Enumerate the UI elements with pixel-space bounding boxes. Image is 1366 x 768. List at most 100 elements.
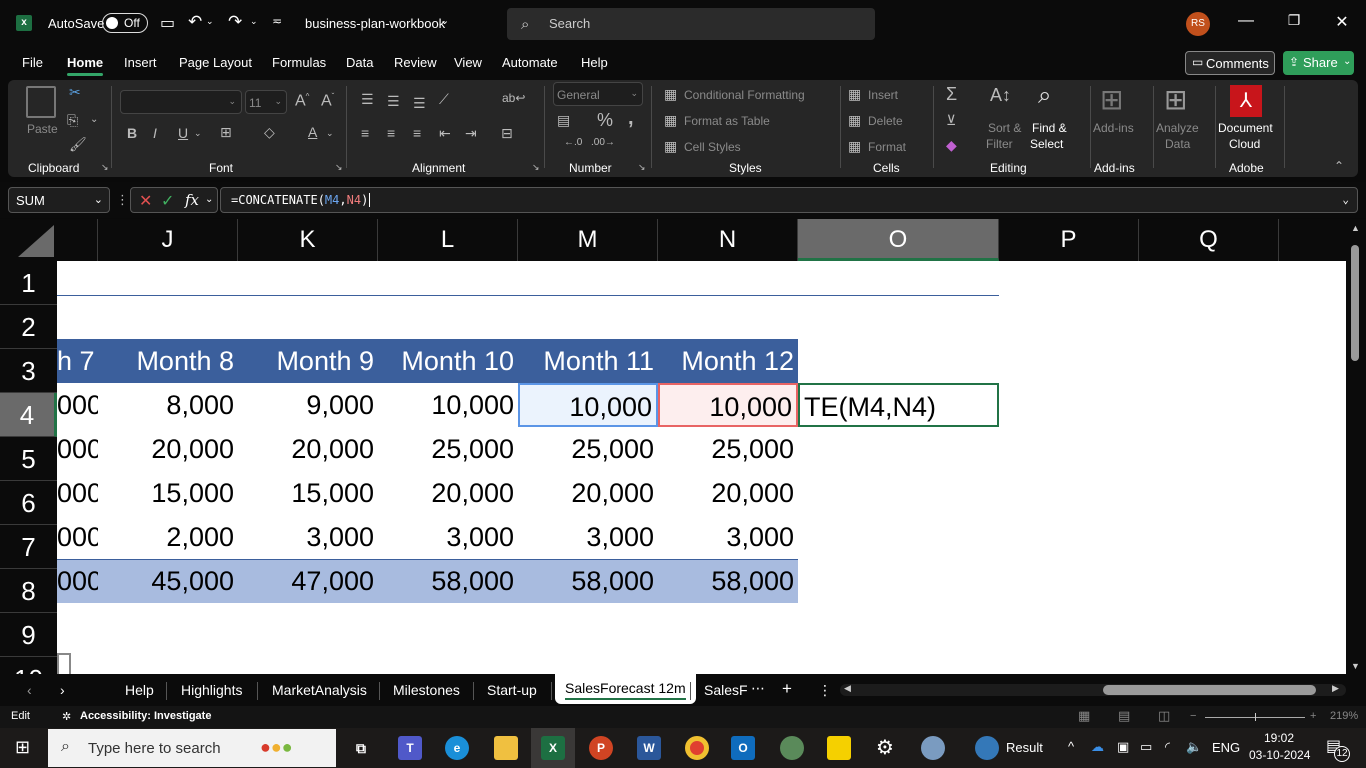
notification-count[interactable]: 12 — [1334, 746, 1350, 762]
search-box[interactable]: ⌕ Search — [507, 8, 875, 40]
zoom-slider-thumb[interactable] — [1255, 713, 1256, 721]
cricket-result-icon[interactable] — [975, 736, 999, 760]
globe-app-icon[interactable] — [780, 736, 804, 760]
user-avatar[interactable]: RS — [1186, 12, 1210, 36]
tab-view[interactable]: View — [454, 55, 482, 70]
share-button[interactable]: ⇪ Share ⌄ — [1283, 51, 1354, 75]
column-header-r[interactable] — [1279, 219, 1346, 261]
underline-dropdown-icon[interactable]: ⌄ — [194, 129, 202, 138]
scroll-left-icon[interactable]: ◀ — [844, 683, 851, 694]
cell-l6[interactable]: 20,000 — [378, 471, 518, 515]
tab-formulas[interactable]: Formulas — [272, 55, 326, 70]
add-sheet-icon[interactable]: + — [782, 679, 792, 699]
outlook-icon[interactable]: O — [731, 736, 755, 760]
task-view-icon[interactable]: ⧉ — [349, 736, 373, 760]
increase-font-icon[interactable]: A^ — [295, 93, 309, 109]
sort-filter-label-1[interactable]: Sort & — [988, 121, 1021, 135]
underline-button[interactable]: U — [178, 126, 188, 140]
comma-button[interactable]: , — [628, 108, 634, 128]
sheet-tab-salesf[interactable]: SalesF — [704, 682, 748, 698]
wifi-icon[interactable]: ◜ — [1165, 739, 1170, 755]
cell-i3[interactable]: h 7 — [57, 339, 98, 383]
close-icon[interactable]: ✕ — [1330, 12, 1354, 32]
sticky-notes-icon[interactable] — [827, 736, 851, 760]
excel-taskbar-icon[interactable]: X — [541, 736, 565, 760]
delete-cells-button[interactable]: Delete — [868, 114, 903, 128]
word-icon[interactable]: W — [637, 736, 661, 760]
formula-input[interactable]: =CONCATENATE(M4,N4) ⌄ — [220, 187, 1358, 213]
page-layout-view-icon[interactable]: ▤ — [1118, 708, 1130, 724]
analyze-data-label-1[interactable]: Analyze — [1156, 121, 1199, 135]
cell-i6[interactable]: 000 — [57, 471, 98, 515]
font-size-combo[interactable]: 11 ⌄ — [245, 90, 287, 114]
column-header-o[interactable]: O — [798, 219, 999, 261]
more-sheets-icon[interactable]: ⋯ — [751, 680, 765, 697]
cell-l3[interactable]: Month 10 — [378, 339, 518, 383]
document-cloud-label-1[interactable]: Document — [1218, 121, 1273, 135]
cell-k5[interactable]: 20,000 — [238, 427, 378, 471]
bottom-align-icon[interactable]: ☰ — [413, 96, 426, 110]
addins-icon[interactable]: ⊞ — [1100, 86, 1123, 114]
horizontal-scroll-thumb[interactable] — [1103, 685, 1316, 695]
tab-home[interactable]: Home — [67, 55, 104, 76]
percent-button[interactable]: % — [597, 111, 613, 129]
select-all-button[interactable] — [18, 225, 54, 257]
volume-icon[interactable]: 🔈 — [1186, 739, 1202, 755]
conditional-formatting-button[interactable]: Conditional Formatting — [684, 88, 805, 102]
clear-icon[interactable]: ◆ — [946, 138, 957, 152]
cell-k8[interactable]: 47,000 — [238, 559, 378, 603]
clock-time[interactable]: 19:02 — [1264, 731, 1294, 745]
borders-icon[interactable]: ⊞ — [220, 125, 232, 139]
align-left-icon[interactable]: ≡ — [361, 126, 369, 140]
cell-l4[interactable]: 10,000 — [378, 383, 518, 427]
row-header-7[interactable]: 7 — [0, 525, 57, 569]
column-header-i[interactable] — [57, 219, 98, 261]
bold-button[interactable]: B — [127, 126, 137, 140]
result-widget-label[interactable]: Result — [1006, 740, 1043, 755]
cut-icon[interactable]: ✂ — [69, 85, 81, 99]
zoom-out-icon[interactable]: − — [1190, 710, 1196, 722]
sheet-options-icon[interactable]: ⋮ — [818, 682, 832, 699]
undo-dropdown-icon[interactable]: ⌄ — [206, 16, 214, 27]
normal-view-icon[interactable]: ▦ — [1078, 708, 1090, 724]
cell-j8[interactable]: 45,000 — [98, 559, 238, 603]
fill-color-icon[interactable]: ◇ — [264, 125, 275, 139]
scroll-down-icon[interactable]: ▼ — [1351, 661, 1360, 671]
decrease-decimal-icon[interactable]: .00→ — [591, 138, 615, 148]
tab-help[interactable]: Help — [581, 55, 608, 70]
copy-icon[interactable]: ⎘ — [67, 113, 78, 127]
top-align-icon[interactable]: ☰ — [361, 92, 374, 106]
cell-l8[interactable]: 58,000 — [378, 559, 518, 603]
cell-m7[interactable]: 3,000 — [518, 515, 658, 559]
merge-center-icon[interactable]: ⊟ — [501, 126, 513, 140]
find-select-label-1[interactable]: Find & — [1032, 121, 1067, 135]
find-icon[interactable]: ⌕ — [1038, 84, 1051, 108]
find-select-label-2[interactable]: Select — [1030, 137, 1063, 151]
cell-j5[interactable]: 20,000 — [98, 427, 238, 471]
cell-j3[interactable]: Month 8 — [98, 339, 238, 383]
alignment-launcher-icon[interactable]: ↘ — [532, 163, 540, 172]
adobe-pdf-icon[interactable]: ⅄ — [1230, 85, 1262, 117]
delete-cells-icon[interactable]: ▦ — [848, 113, 861, 127]
enter-icon[interactable]: ✓ — [161, 191, 174, 211]
analyze-data-label-2[interactable]: Data — [1165, 137, 1190, 151]
battery-icon[interactable]: ▭ — [1140, 739, 1152, 755]
powerpoint-icon[interactable]: P — [589, 736, 613, 760]
spreadsheet-grid[interactable]: J K L M N O P Q 1 2 3 4 5 6 7 8 9 10 h 7… — [0, 219, 1346, 674]
settings-icon[interactable]: ⚙ — [873, 736, 897, 760]
increase-indent-icon[interactable]: ⇥ — [465, 126, 477, 140]
font-color-icon[interactable]: A — [308, 125, 317, 139]
orientation-icon[interactable]: ⟋ — [439, 92, 449, 106]
vertical-scroll-thumb[interactable] — [1351, 245, 1359, 361]
sheet-tab-highlights[interactable]: Highlights — [181, 682, 242, 698]
sheet-tab-milestones[interactable]: Milestones — [393, 682, 460, 698]
page-break-view-icon[interactable]: ◫ — [1158, 708, 1170, 724]
column-header-k[interactable]: K — [238, 219, 378, 261]
scroll-right-icon[interactable]: ▶ — [1332, 683, 1339, 694]
cell-i4[interactable]: 000 — [57, 383, 98, 427]
redo-dropdown-icon[interactable]: ⌄ — [250, 16, 258, 27]
more-options-icon[interactable]: ⋮ — [116, 192, 129, 208]
cell-l5[interactable]: 25,000 — [378, 427, 518, 471]
sort-filter-icon[interactable]: A↕ — [990, 86, 1011, 104]
cell-n6[interactable]: 20,000 — [658, 471, 798, 515]
